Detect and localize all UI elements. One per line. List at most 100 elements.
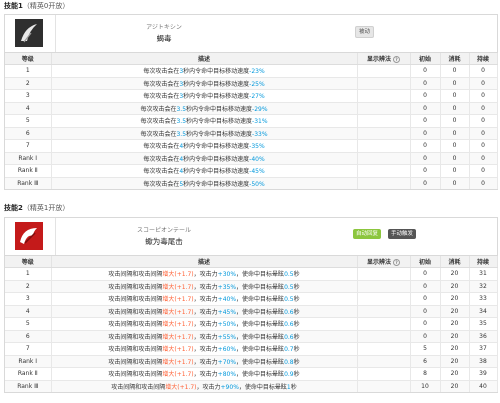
desc-modifier: 增大(+1.7) <box>162 346 194 354</box>
skill1-table: 等级 描述 显示辨法? 初始 消耗 持续 1 每次攻击会在3秒内令命中目标移动速度… <box>5 53 498 189</box>
row-init: 6 <box>410 354 441 368</box>
desc-modifier: 增大(+1.7) <box>162 371 194 379</box>
row-cost: 0 <box>440 176 470 189</box>
row-init: 0 <box>410 329 441 343</box>
desc-attack: +45% <box>217 308 237 316</box>
desc-text: 攻击间隔和攻击间隔 <box>108 271 163 279</box>
desc-attack: +60% <box>217 346 237 354</box>
desc-text: ，使命中目标晕眩 <box>238 383 287 391</box>
row-cost: 20 <box>440 329 470 343</box>
desc-text: 秒内令命中目标移动速度 <box>183 68 250 76</box>
desc-attack: +80% <box>217 371 237 379</box>
desc-stun: 0.5 <box>284 296 294 304</box>
desc-stun: 0.5 <box>284 271 294 279</box>
info-icon[interactable]: ? <box>393 56 400 63</box>
skill1-passive-badge: 被动 <box>355 26 375 38</box>
desc-text: 每次攻击会在 <box>143 93 180 101</box>
desc-modifier: 增大(+1.7) <box>162 283 194 291</box>
table-row: 6 攻击间隔和攻击间隔增大(+1.7)，攻击力+55%，使命中目标晕眩0.6秒 0 2… <box>5 329 498 343</box>
row-display <box>357 342 411 355</box>
row-description: 每次攻击会在3.5秒内令命中目标移动速度-29% <box>51 101 358 115</box>
row-cost: 20 <box>440 279 470 293</box>
row-duration: 0 <box>469 89 498 102</box>
row-cost: 20 <box>440 292 470 305</box>
row-display <box>357 292 411 305</box>
desc-text: 攻击间隔和攻击间隔 <box>108 371 163 379</box>
col-desc: 描述 <box>51 256 358 268</box>
table-row: 7 攻击间隔和攻击间隔增大(+1.7)，攻击力+60%，使命中目标晕眩0.7秒 5 2… <box>5 342 498 355</box>
desc-modifier: 增大(+1.7) <box>162 296 194 304</box>
skill2-icon <box>15 222 43 250</box>
row-cost: 20 <box>440 267 470 280</box>
row-cost: 0 <box>440 151 470 165</box>
desc-attack: +90% <box>220 383 239 391</box>
desc-text: 秒 <box>293 296 300 304</box>
info-icon[interactable]: ? <box>393 259 400 266</box>
row-cost: 0 <box>440 126 470 140</box>
table-row: 4 每次攻击会在3.5秒内令命中目标移动速度-29% 0 0 0 <box>5 101 498 115</box>
row-cost: 20 <box>440 354 470 368</box>
row-display <box>357 367 411 380</box>
table-row: Rank Ⅰ 攻击间隔和攻击间隔增大(+1.7)，攻击力+70%，使命中目标晕眩0… <box>5 354 498 368</box>
row-init: 0 <box>410 76 441 90</box>
col-display[interactable]: 显示辨法? <box>357 256 411 268</box>
table-row: 1 攻击间隔和攻击间隔增大(+1.7)，攻击力+30%，使命中目标晕眩0.5秒 0 2… <box>5 267 498 280</box>
scorpion-venom-icon <box>15 19 43 47</box>
row-cost: 0 <box>440 89 470 102</box>
row-level: 6 <box>5 329 52 343</box>
row-description: 每次攻击会在3秒内令命中目标移动速度-25% <box>51 76 358 90</box>
table-row: 3 攻击间隔和攻击间隔增大(+1.7)，攻击力+40%，使命中目标晕眩0.5秒 0 2… <box>5 292 498 305</box>
row-level: 4 <box>5 101 52 115</box>
row-display <box>357 114 411 127</box>
row-init: 0 <box>410 292 441 305</box>
row-description: 每次攻击会在4秒内令命中目标移动速度-40% <box>51 151 358 165</box>
desc-text: 攻击间隔和攻击间隔 <box>108 333 163 341</box>
row-init: 8 <box>410 367 441 380</box>
col-display[interactable]: 显示辨法? <box>357 53 411 65</box>
skill1-name: 蝎毒 <box>156 34 172 43</box>
skill2-table: 等级 描述 显示辨法? 初始 消耗 持续 1 攻击间隔和攻击间隔增大(+1.7)，… <box>5 256 498 392</box>
desc-text: ，使命中目标晕眩 <box>236 333 285 341</box>
desc-value: -50% <box>249 180 265 188</box>
row-level: 2 <box>5 76 52 90</box>
row-level: 7 <box>5 342 52 355</box>
row-init: 0 <box>410 151 441 165</box>
desc-text: 秒 <box>293 346 300 354</box>
desc-value: -29% <box>252 105 268 113</box>
row-cost: 20 <box>440 342 470 355</box>
row-duration: 31 <box>469 267 498 280</box>
row-init: 5 <box>410 342 441 355</box>
desc-value: -25% <box>249 80 265 88</box>
col-level: 等级 <box>5 256 52 268</box>
desc-stun: 0.9 <box>284 371 294 379</box>
desc-text: 攻击间隔和攻击间隔 <box>108 321 163 329</box>
row-init: 0 <box>410 317 441 330</box>
table-row: 5 攻击间隔和攻击间隔增大(+1.7)，攻击力+50%，使命中目标晕眩0.6秒 0 2… <box>5 317 498 330</box>
row-init: 0 <box>410 101 441 115</box>
col-dur: 持续 <box>469 53 498 65</box>
col-desc: 描述 <box>51 53 358 65</box>
desc-seconds: 3.5 <box>176 130 187 138</box>
desc-text: 秒内令命中目标移动速度 <box>183 93 250 101</box>
desc-text: 秒 <box>293 271 300 279</box>
desc-stun: 0.6 <box>284 308 294 316</box>
desc-modifier: 增大(+1.7) <box>162 358 194 366</box>
desc-text: ，使命中目标晕眩 <box>236 271 285 279</box>
row-duration: 0 <box>469 164 498 177</box>
table-row: Rank Ⅱ 每次攻击会在4秒内令命中目标移动速度-45% 0 0 0 <box>5 164 498 177</box>
desc-attack: +70% <box>217 358 237 366</box>
row-init: 0 <box>410 176 441 189</box>
row-duration: 39 <box>469 367 498 380</box>
skill1-katakana: アジトキシン <box>146 24 182 31</box>
desc-text: ，攻击力 <box>193 283 218 291</box>
desc-text: 秒内令命中目标移动速度 <box>183 80 250 88</box>
desc-text: 秒 <box>290 383 297 391</box>
desc-text: ，攻击力 <box>196 383 221 391</box>
desc-text: 秒 <box>293 283 300 291</box>
desc-text: ，攻击力 <box>193 296 218 304</box>
skill2-katakana: スコーピオンテール <box>136 227 191 234</box>
row-duration: 37 <box>469 342 498 355</box>
desc-text: ，使命中目标晕眩 <box>236 371 285 379</box>
skill1-title-text: 技能1 <box>4 2 23 10</box>
desc-modifier: 增大(+1.7) <box>162 308 194 316</box>
